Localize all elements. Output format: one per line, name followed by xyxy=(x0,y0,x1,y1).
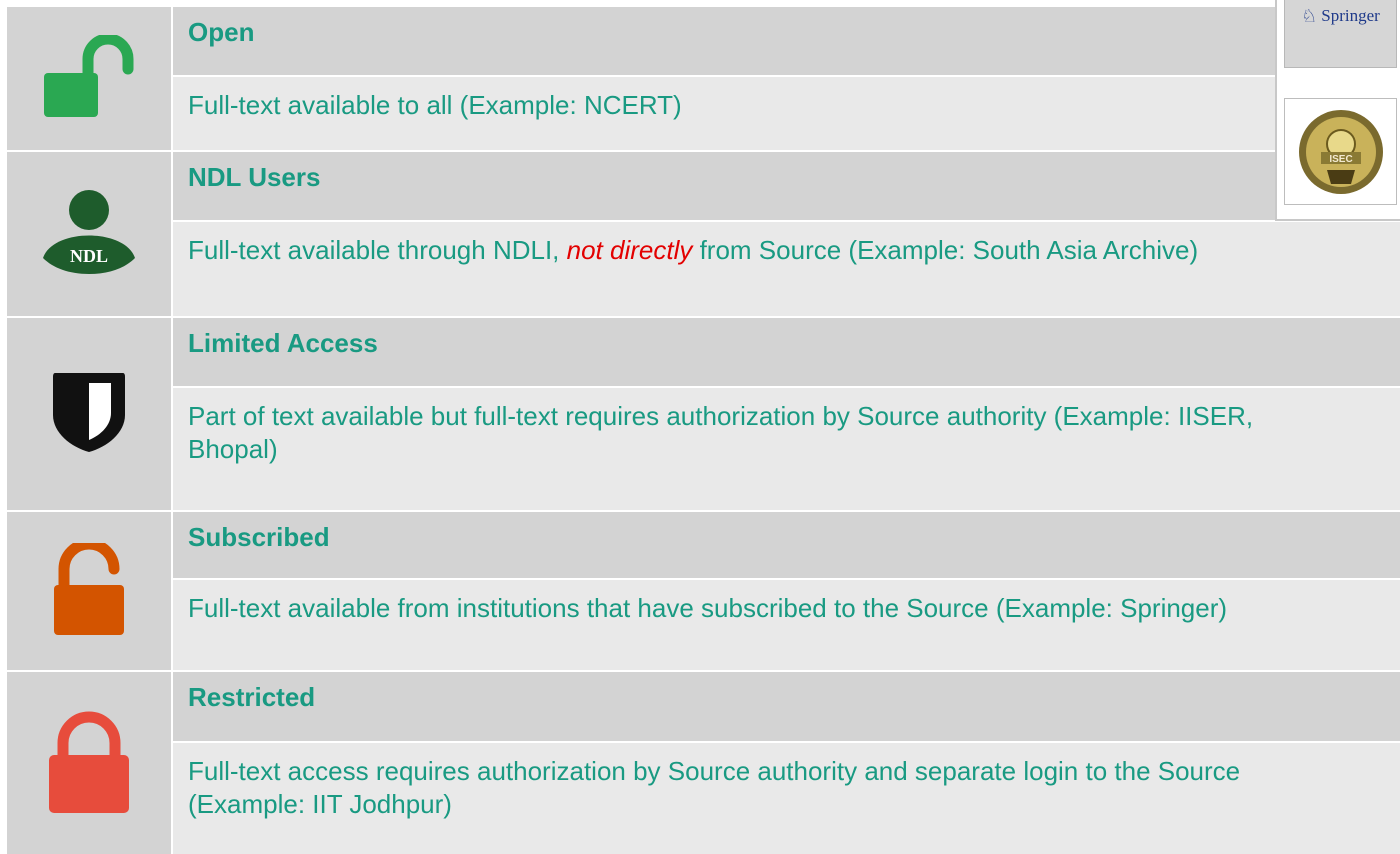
access-row-ndl-users: NDL NDL Users Full-text available throug… xyxy=(7,152,1400,316)
isec-logo[interactable]: ISEC xyxy=(1284,98,1397,205)
icon-cell: NDL xyxy=(7,152,171,316)
springer-logo[interactable]: ♘ Springer xyxy=(1284,0,1397,68)
row-title: Open xyxy=(173,7,1400,75)
row-description: Full-text available through NDLI, not di… xyxy=(173,222,1400,316)
icon-cell xyxy=(7,672,171,854)
access-row-limited-access: Limited Access Part of text available bu… xyxy=(7,318,1400,510)
icon-cell xyxy=(7,318,171,510)
access-row-open: Open Full-text available to all (Example… xyxy=(7,7,1400,150)
source-logos-panel: ♘ Springer ISEC xyxy=(1275,0,1400,221)
svg-text:NDL: NDL xyxy=(70,246,108,266)
row-title: Subscribed xyxy=(173,512,1400,578)
icon-cell xyxy=(7,7,171,150)
springer-label: Springer xyxy=(1321,6,1380,25)
svg-text:ISEC: ISEC xyxy=(1329,154,1352,165)
row-description: Full-text available to all (Example: NCE… xyxy=(173,77,1400,150)
unlocked-padlock-icon xyxy=(54,538,124,640)
row-title: NDL Users xyxy=(173,152,1400,220)
emphasis-text: not directly xyxy=(566,235,693,265)
description-text: Full-text available through NDLI, xyxy=(188,235,567,265)
row-description: Part of text available but full-text req… xyxy=(173,388,1400,510)
row-description: Full-text access requires authorization … xyxy=(173,743,1400,854)
description-text: from Source (Example: South Asia Archive… xyxy=(692,235,1199,265)
row-title: Restricted xyxy=(173,672,1400,741)
access-row-subscribed: Subscribed Full-text available from inst… xyxy=(7,512,1400,670)
isec-emblem-icon: ISEC xyxy=(1298,109,1383,194)
unlocked-padlock-icon xyxy=(44,33,134,122)
access-row-restricted: Restricted Full-text access requires aut… xyxy=(7,672,1400,854)
icon-cell xyxy=(7,512,171,670)
row-title: Limited Access xyxy=(173,318,1400,386)
row-description: Full-text available from institutions th… xyxy=(173,580,1400,670)
shield-icon xyxy=(51,371,127,458)
springer-knight-icon: ♘ xyxy=(1301,6,1318,26)
locked-padlock-icon xyxy=(49,709,129,818)
ndl-user-icon: NDL xyxy=(43,189,135,279)
